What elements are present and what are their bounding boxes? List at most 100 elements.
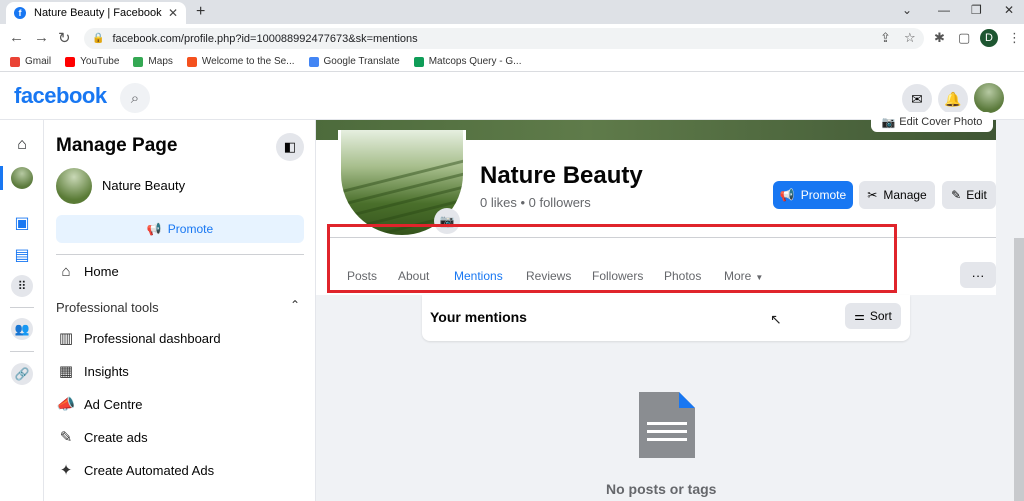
ads-icon[interactable]: ▤ [11, 244, 33, 266]
main-content: 📷 Edit Cover Photo 📷 Nature Beauty 0 lik… [316, 112, 1024, 501]
sidebar-page-avatar[interactable] [56, 168, 92, 204]
account-avatar[interactable] [974, 83, 1004, 113]
home-outline-icon: ⌂ [61, 262, 71, 280]
sheets-icon [413, 56, 424, 67]
bookmark-google-translate[interactable]: Google Translate [308, 56, 400, 67]
red-highlight-box [327, 224, 897, 293]
empty-document-icon [639, 392, 695, 458]
bookmark-maps[interactable]: Maps [133, 56, 173, 67]
sidebar-item-label: Professional dashboard [84, 330, 221, 346]
bookmark-label: Matcops Query - G... [428, 56, 522, 67]
bookmark-gmail[interactable]: Gmail [10, 56, 51, 67]
bookmark-youtube[interactable]: YouTube [65, 56, 119, 67]
left-icon-rail: ⌂ ▣ ▤ ⠿ 👥 🔗 [0, 120, 44, 501]
page-stats: 0 likes • 0 followers [480, 195, 591, 210]
edit-cover-label: Edit Cover Photo [899, 116, 983, 128]
sidebar-divider [56, 254, 304, 255]
bookmark-label: Maps [148, 56, 173, 67]
manage-button[interactable]: ✂ Manage [859, 181, 935, 209]
close-window-icon[interactable]: ✕ [1004, 3, 1014, 17]
promote-label: Promote [800, 188, 847, 202]
facebook-favicon-icon: f [14, 7, 26, 19]
grid-menu-icon[interactable]: ⠿ [11, 275, 33, 297]
forward-icon[interactable]: → [34, 29, 49, 46]
address-bar-row: ← → ↻ 🔒 facebook.com/profile.php?id=1000… [0, 24, 1024, 52]
notifications-bell-icon[interactable]: 🔔 [938, 84, 968, 114]
sidebar-item-home[interactable]: ⌂ Home [56, 261, 119, 281]
dashboard-icon: ▥ [58, 330, 74, 347]
sidebar-promote-button[interactable]: 📢 Promote [56, 215, 304, 243]
side-panel-icon[interactable]: ▢ [958, 30, 970, 46]
sidebar-item-professional-dashboard[interactable]: ▥ Professional dashboard [56, 328, 221, 348]
bookmark-welcome[interactable]: Welcome to the Se... [186, 56, 295, 67]
maps-icon [133, 56, 144, 67]
close-tab-icon[interactable]: ✕ [168, 6, 178, 20]
promote-button[interactable]: 📢 Promote [773, 181, 853, 209]
facebook-logo[interactable]: facebook [14, 83, 107, 109]
reload-icon[interactable]: ↻ [58, 29, 71, 47]
sidebar-item-label: Home [84, 263, 119, 279]
manage-tools-icon: ✂ [867, 188, 878, 202]
back-icon[interactable]: ← [9, 29, 24, 46]
extensions-icon[interactable]: ✱ [934, 30, 945, 46]
bookmark-matcops[interactable]: Matcops Query - G... [413, 56, 522, 67]
groups-icon[interactable]: 👥 [11, 318, 33, 340]
sidebar-promote-label: Promote [167, 222, 214, 236]
sidebar-page-name[interactable]: Nature Beauty [102, 178, 185, 193]
messenger-icon[interactable]: ✉ [902, 84, 932, 114]
url-text: facebook.com/profile.php?id=100088992477… [112, 32, 418, 45]
sidebar-item-ad-centre[interactable]: 📣 Ad Centre [56, 394, 143, 414]
tab-search-icon[interactable]: ⌄ [902, 3, 912, 17]
sidebar-title: Manage Page [56, 135, 178, 156]
sort-button[interactable]: ⚌ Sort [845, 303, 901, 329]
sort-label: Sort [869, 309, 892, 323]
page-scrollbar[interactable] [1014, 238, 1024, 501]
chevron-up-icon[interactable]: ⌃ [290, 298, 300, 312]
welcome-icon [186, 56, 197, 67]
browser-menu-icon[interactable]: ⋮ [1008, 30, 1021, 46]
minimize-icon[interactable]: — [938, 3, 950, 17]
sidebar-item-label: Create ads [84, 429, 148, 445]
page-title: Nature Beauty [480, 162, 643, 189]
url-bar[interactable]: 🔒 facebook.com/profile.php?id=1000889924… [84, 28, 924, 49]
megaphone-outline-icon: 📣 [56, 396, 76, 413]
bookmark-label: Gmail [25, 56, 52, 67]
browser-profile-avatar[interactable]: D [980, 29, 998, 47]
more-options-button[interactable]: ··· [960, 262, 996, 288]
facebook-top-bar: facebook ⌕ ✉ 🔔 [0, 72, 1024, 120]
megaphone-icon: 📢 [146, 222, 162, 236]
mentions-card: Your mentions ⚌ Sort [422, 295, 910, 341]
lock-icon: 🔒 [92, 33, 105, 44]
monitor-icon[interactable]: ▣ [11, 212, 33, 234]
rail-divider [10, 351, 34, 352]
bookmark-label: YouTube [80, 56, 120, 67]
sliders-icon: ⚌ [854, 309, 865, 323]
restore-icon[interactable]: ❐ [971, 3, 982, 17]
page-avatar-icon[interactable] [11, 167, 33, 189]
megaphone-icon: 📢 [779, 188, 795, 202]
search-icon[interactable]: ⌕ [120, 83, 150, 113]
sidebar-item-label: Insights [84, 363, 129, 379]
insights-icon: ▦ [58, 363, 74, 380]
sidebar-item-insights[interactable]: ▦ Insights [56, 361, 129, 381]
link-icon[interactable]: 🔗 [11, 363, 33, 385]
bookmark-star-icon[interactable]: ☆ [904, 30, 916, 46]
sidebar-item-create-automated-ads[interactable]: ✦ Create Automated Ads [56, 460, 214, 480]
youtube-icon [65, 56, 76, 67]
collapse-sidebar-icon[interactable]: ◧ [276, 133, 304, 161]
edit-button[interactable]: ✎ Edit [942, 181, 996, 209]
share-icon[interactable]: ⇪ [880, 30, 891, 46]
edit-cover-photo-button[interactable]: 📷 Edit Cover Photo [871, 112, 993, 132]
new-tab-button[interactable]: + [196, 3, 205, 21]
browser-tab-bar: f Nature Beauty | Facebook ✕ + ⌄ — ❐ ✕ [0, 0, 1024, 24]
sidebar-item-create-ads[interactable]: ✎ Create ads [56, 427, 148, 447]
browser-tab[interactable]: f Nature Beauty | Facebook ✕ [6, 2, 186, 24]
magic-wand-icon: ✦ [59, 462, 73, 479]
gmail-icon [10, 56, 20, 67]
empty-state-text: No posts or tags [606, 481, 717, 497]
bookmarks-bar: Gmail YouTube Maps Welcome to the Se... … [0, 52, 1024, 72]
home-icon[interactable]: ⌂ [11, 134, 33, 156]
pencil-square-icon: ✎ [59, 429, 73, 446]
rail-active-indicator [0, 166, 3, 190]
pencil-icon: ✎ [951, 188, 962, 202]
